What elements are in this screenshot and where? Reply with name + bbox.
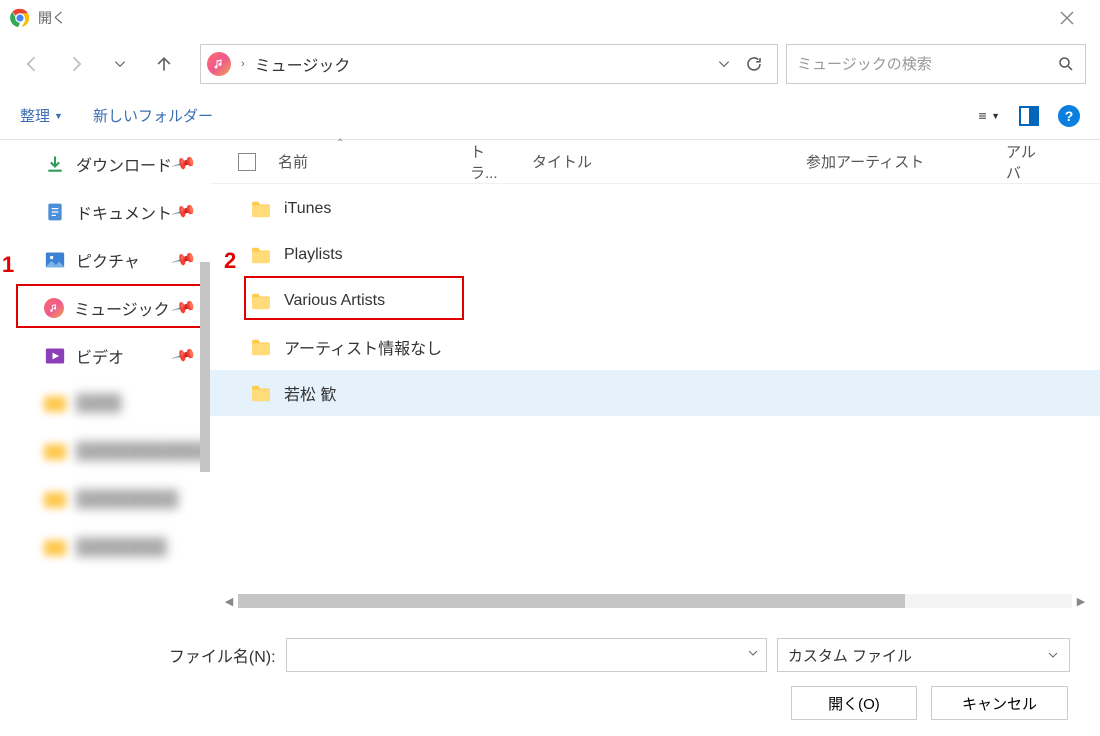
breadcrumb-dropdown-icon[interactable] (717, 57, 731, 71)
download-icon (44, 153, 66, 175)
file-row[interactable]: Various Artists (210, 278, 1100, 324)
scroll-left-icon[interactable]: ◀ (220, 595, 238, 608)
sidebar-item-label: ビデオ (76, 344, 124, 368)
video-icon (44, 345, 66, 367)
scroll-right-icon[interactable]: ▶ (1072, 595, 1090, 608)
filename-input[interactable] (286, 638, 767, 672)
cancel-button[interactable]: キャンセル (931, 686, 1068, 720)
column-header-name[interactable]: 名前 ⌃ (268, 151, 460, 172)
sidebar-item-blurred[interactable]: ████████ (0, 524, 210, 572)
pin-icon: 📌 (170, 246, 197, 273)
search-icon[interactable] (1057, 55, 1075, 73)
chevron-right-icon: › (237, 58, 249, 70)
select-all-checkbox[interactable] (238, 153, 256, 171)
chevron-down-icon (1047, 649, 1059, 661)
sort-asc-icon: ⌃ (336, 138, 344, 149)
horizontal-scrollbar[interactable]: ◀ ▶ (210, 592, 1100, 610)
column-header-title[interactable]: タイトル (522, 151, 796, 172)
history-dropdown-button[interactable] (102, 46, 138, 82)
file-filter-combo[interactable]: カスタム ファイル (777, 638, 1070, 672)
music-icon (44, 298, 64, 318)
sidebar-scrollbar[interactable] (200, 262, 210, 472)
sidebar-item-music[interactable]: ミュージック 📌 (0, 284, 210, 332)
pin-icon: 📌 (170, 294, 197, 321)
folder-icon (250, 338, 272, 356)
file-list: iTunes Playlists Various Artists アーティスト情… (210, 184, 1100, 592)
folder-icon (250, 246, 272, 264)
pin-icon: 📌 (170, 342, 197, 369)
breadcrumb[interactable]: › ミュージック (200, 44, 778, 84)
file-row[interactable]: iTunes (210, 186, 1100, 232)
sidebar-item-downloads[interactable]: ダウンロード 📌 (0, 140, 210, 188)
column-header-album[interactable]: アルバ (996, 141, 1046, 183)
new-folder-button[interactable]: 新しいフォルダー (93, 105, 213, 126)
file-name: 若松 歓 (284, 381, 336, 405)
folder-icon (250, 200, 272, 218)
sidebar-item-label: ダウンロード (76, 152, 172, 176)
preview-pane-button[interactable] (1018, 105, 1040, 127)
organize-button[interactable]: 整理 ▼ (20, 105, 63, 126)
music-icon (207, 52, 231, 76)
window-title: 開く (38, 8, 1044, 28)
column-header-artist[interactable]: 参加アーティスト (796, 151, 996, 172)
folder-icon (250, 384, 272, 402)
help-button[interactable]: ? (1058, 105, 1080, 127)
search-input[interactable] (797, 56, 1057, 73)
sidebar-item-label: ドキュメント (76, 200, 172, 224)
sidebar-item-documents[interactable]: ドキュメント 📌 (0, 188, 210, 236)
file-name: アーティスト情報なし (284, 335, 442, 359)
pin-icon: 📌 (170, 198, 197, 225)
sidebar-item-blurred[interactable]: ████████████ (0, 428, 210, 476)
sidebar-item-pictures[interactable]: ピクチャ 📌 (0, 236, 210, 284)
chrome-icon (10, 8, 30, 28)
up-button[interactable] (146, 46, 182, 82)
sidebar: 1 ダウンロード 📌 ドキュメント 📌 ピクチャ 📌 (0, 140, 210, 610)
file-name: Playlists (284, 246, 343, 264)
sidebar-item-blurred[interactable]: █████████ (0, 476, 210, 524)
file-name: Various Artists (284, 292, 385, 310)
column-header-row: 名前 ⌃ トラ... タイトル 参加アーティスト アルバ (210, 140, 1100, 184)
file-row[interactable]: Playlists (210, 232, 1100, 278)
filename-label: ファイル名(N): (30, 643, 276, 667)
sidebar-item-blurred[interactable]: ████ (0, 380, 210, 428)
file-row[interactable]: 若松 歓 (210, 370, 1100, 416)
breadcrumb-location[interactable]: ミュージック (255, 52, 351, 76)
file-row[interactable]: アーティスト情報なし (210, 324, 1100, 370)
file-filter-value: カスタム ファイル (788, 645, 912, 666)
close-button[interactable] (1044, 0, 1090, 36)
open-button[interactable]: 開く(O) (791, 686, 917, 720)
document-icon (44, 201, 66, 223)
forward-button[interactable] (58, 46, 94, 82)
search-box[interactable] (786, 44, 1086, 84)
sidebar-item-label: ピクチャ (76, 248, 140, 272)
pin-icon: 📌 (170, 150, 197, 177)
sidebar-item-label: ミュージック (74, 296, 170, 320)
column-header-track[interactable]: トラ... (460, 141, 522, 183)
folder-icon (250, 292, 272, 310)
file-name: iTunes (284, 200, 331, 218)
view-mode-button[interactable]: ▼ (978, 105, 1000, 127)
back-button[interactable] (14, 46, 50, 82)
refresh-button[interactable] (745, 55, 763, 73)
picture-icon (44, 249, 66, 271)
sidebar-item-videos[interactable]: ビデオ 📌 (0, 332, 210, 380)
filename-dropdown-icon[interactable] (747, 647, 759, 659)
